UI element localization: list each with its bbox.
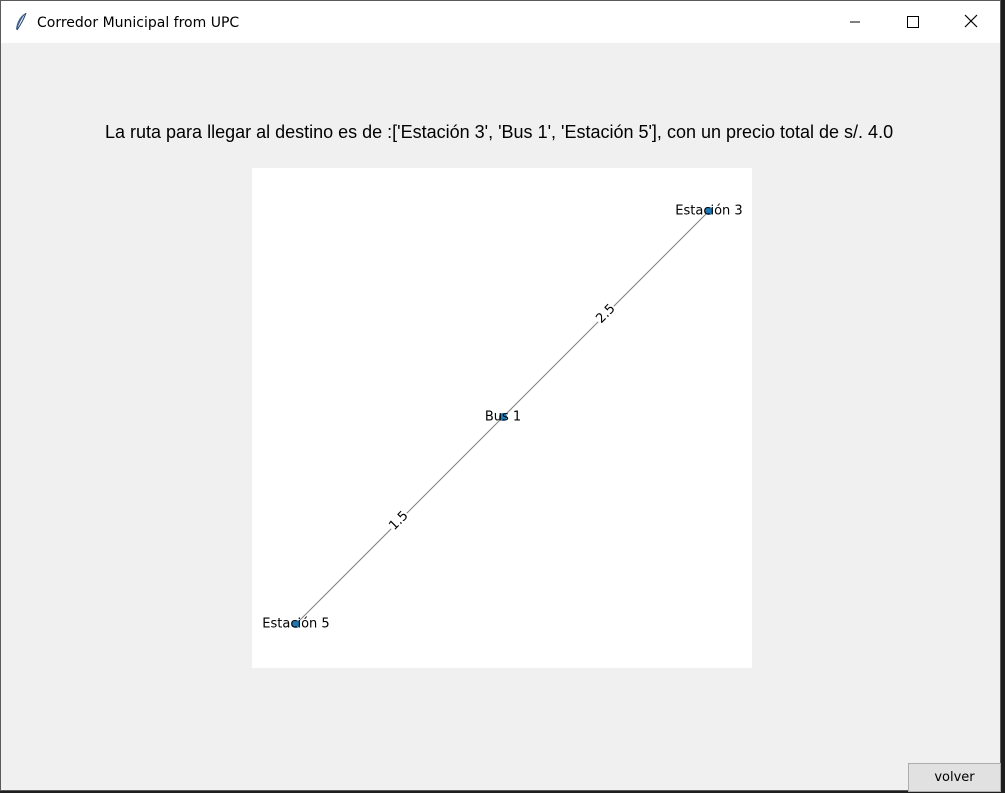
close-button[interactable] (942, 1, 1000, 43)
graph-node-labels: Estación 3 Bus 1 Estación 5 (262, 204, 742, 632)
app-window: Corredor Municipal from UPC La ruta para… (0, 0, 1001, 792)
window-title: Corredor Municipal from UPC (37, 15, 240, 31)
maximize-button[interactable] (884, 1, 942, 43)
feather-icon (13, 12, 29, 32)
back-button[interactable]: volver (908, 763, 1001, 792)
route-graph: 2.5 1.5 Estación 3 Bus 1 Estación 5 (252, 168, 752, 668)
node-label: Bus 1 (485, 410, 521, 425)
minimize-button[interactable] (826, 1, 884, 43)
node-label: Estación 3 (675, 204, 742, 219)
title-bar[interactable]: Corredor Municipal from UPC (1, 1, 1000, 43)
maximize-icon (907, 13, 919, 32)
route-result-text: La ruta para llegar al destino es de :['… (105, 122, 894, 142)
node-label: Estación 5 (262, 617, 329, 632)
close-icon (964, 13, 978, 32)
minimize-icon (849, 13, 861, 32)
